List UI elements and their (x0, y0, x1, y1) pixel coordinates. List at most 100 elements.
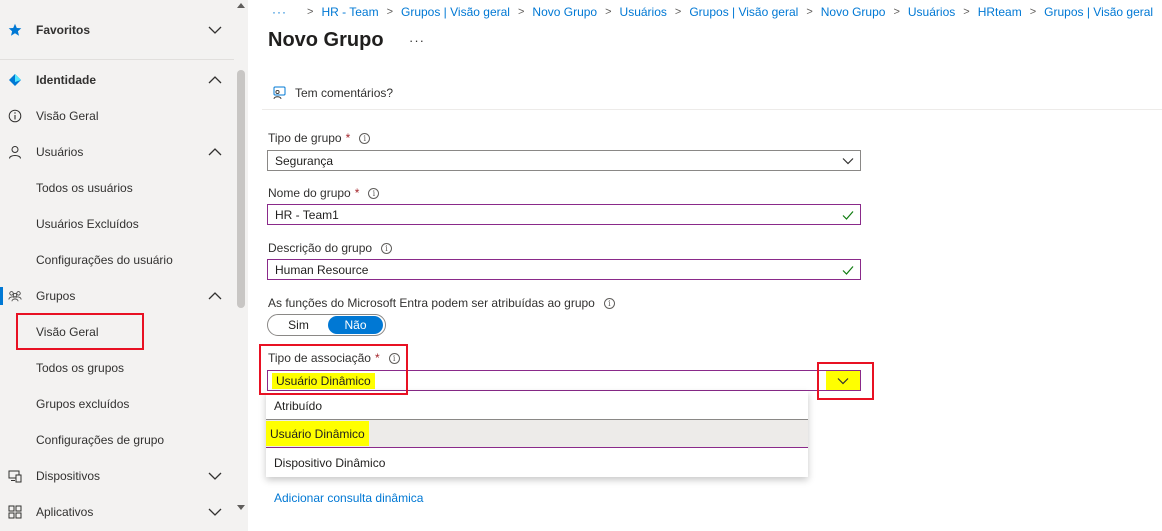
apps-icon (8, 505, 22, 519)
group-name-label: Nome do grupo * i (268, 186, 380, 200)
sidebar-item-label: Todos os grupos (36, 361, 125, 375)
sidebar-item-label: Configurações do usuário (36, 253, 173, 267)
sidebar-item-grupos[interactable]: Grupos (0, 278, 234, 314)
breadcrumb-item[interactable]: Grupos | Visão geral (401, 5, 510, 19)
toggle-option-nao[interactable]: Não (328, 316, 383, 334)
scroll-up-arrow-icon[interactable] (237, 2, 245, 10)
sidebar-item-dispositivos[interactable]: Dispositivos (0, 458, 234, 494)
chevron-right-icon: > (963, 6, 970, 18)
scroll-thumb[interactable] (237, 70, 245, 308)
group-name-value: HR - Team1 (275, 207, 339, 222)
group-description-input[interactable]: Human Resource (267, 259, 861, 280)
info-icon (8, 109, 22, 123)
breadcrumb-item[interactable]: HR - Team (321, 5, 378, 19)
toggle-option-sim[interactable]: Sim (269, 316, 328, 334)
sidebar-item-label: Aplicativos (36, 505, 94, 519)
breadcrumb-item[interactable]: HRteam (978, 5, 1022, 19)
chevron-right-icon: > (674, 6, 682, 18)
feedback-icon (273, 86, 286, 100)
chevron-right-icon: > (517, 6, 525, 18)
sidebar: Favoritos Identidade Visão Geral Usuário… (0, 0, 234, 531)
info-icon[interactable]: i (368, 187, 380, 199)
sidebar-item-favoritos[interactable]: Favoritos (0, 12, 234, 48)
chevron-up-icon[interactable] (207, 289, 223, 303)
option-label: Usuário Dinâmico (266, 421, 369, 446)
required-asterisk: * (354, 186, 360, 200)
chevron-up-icon[interactable] (207, 145, 223, 159)
sidebar-item-label: Identidade (36, 73, 97, 87)
sidebar-divider (0, 59, 234, 60)
membership-type-dropdown: Atribuído Usuário Dinâmico Dispositivo D… (266, 391, 808, 477)
breadcrumb-item[interactable]: Novo Grupo (821, 5, 886, 19)
sidebar-item-label: Grupos excluídos (36, 397, 130, 411)
chevron-up-icon[interactable] (207, 73, 223, 87)
annotation-box (259, 344, 408, 395)
chevron-down-icon[interactable] (207, 505, 223, 519)
checkmark-icon (842, 211, 854, 220)
info-icon[interactable]: i (381, 242, 393, 254)
sidebar-item-visao-geral[interactable]: Visão Geral (0, 98, 234, 134)
chevron-down-icon[interactable] (207, 469, 223, 483)
scroll-down-arrow-icon[interactable] (237, 503, 245, 511)
sidebar-item-label: Usuários (36, 145, 84, 159)
breadcrumb-item[interactable]: Usuários (620, 5, 667, 19)
breadcrumb-item[interactable]: Usuários (908, 5, 955, 19)
chevron-right-icon: > (806, 6, 813, 18)
dropdown-option-dispositivo-dinamico[interactable]: Dispositivo Dinâmico (266, 448, 808, 477)
group-type-value: Segurança (275, 153, 334, 168)
sidebar-item-label: Grupos (36, 289, 76, 303)
sidebar-scrollbar[interactable] (234, 0, 248, 531)
group-name-label-text: Nome do grupo (268, 186, 351, 200)
sidebar-item-configuracoes-do-usuario[interactable]: Configurações do usuário (0, 242, 234, 278)
info-icon[interactable]: i (603, 297, 615, 309)
group-type-select[interactable]: Segurança (267, 150, 861, 171)
sidebar-item-configuracoes-de-grupo[interactable]: Configurações de grupo (0, 422, 234, 458)
sidebar-item-identidade[interactable]: Identidade (0, 62, 234, 98)
breadcrumb: ··· > HR - Team > Grupos | Visão geral >… (272, 4, 1153, 20)
feedback-button[interactable]: Tem comentários? (272, 86, 393, 100)
sidebar-item-todos-os-grupos[interactable]: Todos os grupos (0, 350, 234, 386)
sidebar-item-label: Dispositivos (36, 469, 101, 483)
devices-icon (8, 469, 22, 483)
info-icon[interactable]: i (359, 132, 371, 144)
breadcrumb-overflow[interactable]: ··· (272, 5, 287, 19)
sidebar-item-label: Favoritos (36, 23, 91, 37)
chevron-right-icon: > (307, 6, 314, 18)
page-title: Novo Grupo (268, 29, 384, 51)
group-description-label: Descrição do grupo i (268, 241, 393, 255)
feedback-label: Tem comentários? (295, 86, 394, 100)
chevron-down-icon (842, 158, 854, 165)
dropdown-option-usuario-dinamico[interactable]: Usuário Dinâmico (266, 419, 808, 448)
breadcrumb-item[interactable]: Novo Grupo (532, 5, 597, 19)
more-options-button[interactable]: ··· (409, 33, 425, 48)
dropdown-option-atribuido[interactable]: Atribuído (266, 391, 808, 420)
entra-roles-toggle[interactable]: Sim Não (267, 314, 386, 336)
chevron-down-icon[interactable] (207, 23, 223, 37)
entra-roles-label: As funções do Microsoft Entra podem ser … (268, 296, 615, 310)
option-label: Dispositivo Dinâmico (274, 455, 386, 470)
sidebar-item-label: Usuários Excluídos (36, 217, 139, 231)
group-description-label-text: Descrição do grupo (268, 241, 373, 255)
breadcrumb-item[interactable]: Grupos | Visão geral (1044, 5, 1153, 19)
sidebar-item-usuarios-excluidos[interactable]: Usuários Excluídos (0, 206, 234, 242)
groups-icon (8, 289, 22, 303)
add-dynamic-query-link[interactable]: Adicionar consulta dinâmica (274, 491, 423, 505)
chevron-right-icon: > (893, 6, 900, 18)
group-description-value: Human Resource (275, 262, 369, 277)
sidebar-item-todos-os-usuarios[interactable]: Todos os usuários (0, 170, 234, 206)
required-asterisk: * (345, 131, 351, 145)
chevron-right-icon: > (605, 6, 612, 18)
group-type-label-text: Tipo de grupo (268, 131, 342, 145)
breadcrumb-item[interactable]: Grupos | Visão geral (689, 5, 798, 19)
chevron-right-icon: > (386, 6, 393, 18)
command-bar-divider (262, 109, 1162, 110)
sidebar-item-grupos-excluidos[interactable]: Grupos excluídos (0, 386, 234, 422)
sidebar-item-aplicativos[interactable]: Aplicativos (0, 494, 234, 530)
sidebar-item-usuarios[interactable]: Usuários (0, 134, 234, 170)
identity-diamond-icon (8, 73, 22, 87)
option-label: Atribuído (274, 398, 323, 413)
sidebar-item-label: Todos os usuários (36, 181, 133, 195)
group-name-input[interactable]: HR - Team1 (267, 204, 861, 225)
annotation-box (16, 313, 144, 350)
sidebar-item-label: Visão Geral (36, 109, 99, 123)
